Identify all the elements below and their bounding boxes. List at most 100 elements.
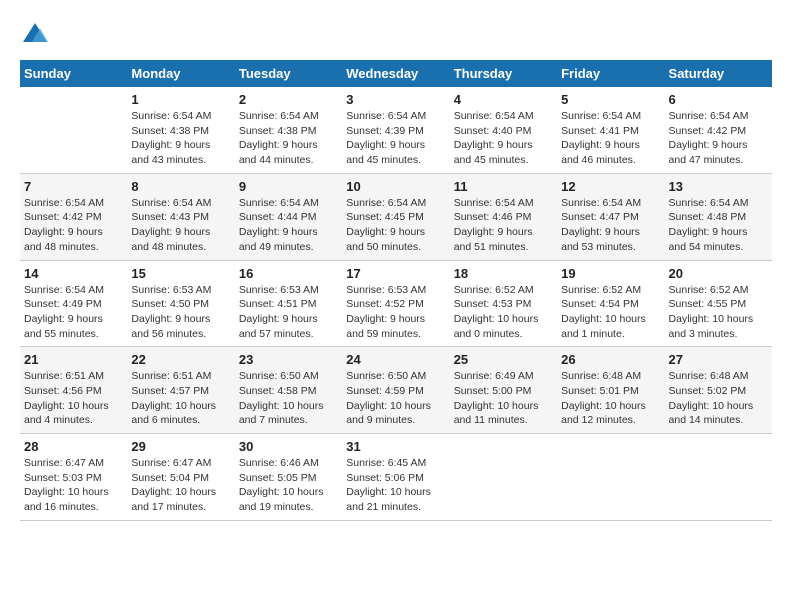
day-number: 3 bbox=[346, 92, 445, 107]
day-number: 16 bbox=[239, 266, 338, 281]
day-number: 19 bbox=[561, 266, 660, 281]
day-header-wednesday: Wednesday bbox=[342, 60, 449, 87]
day-info: Sunrise: 6:48 AM Sunset: 5:01 PM Dayligh… bbox=[561, 369, 660, 428]
day-info: Sunrise: 6:54 AM Sunset: 4:49 PM Dayligh… bbox=[24, 283, 123, 342]
calendar-cell: 7Sunrise: 6:54 AM Sunset: 4:42 PM Daylig… bbox=[20, 173, 127, 260]
calendar-cell: 14 Sunrise: 6:54 AM Sunset: 4:49 PM Dayli… bbox=[20, 260, 127, 347]
day-header-tuesday: Tuesday bbox=[235, 60, 342, 87]
calendar-cell: 13Sunrise: 6:54 AM Sunset: 4:48 PM Dayli… bbox=[665, 173, 772, 260]
calendar-week-row: 7Sunrise: 6:54 AM Sunset: 4:42 PM Daylig… bbox=[20, 173, 772, 260]
day-number: 22 bbox=[131, 352, 230, 367]
day-info: Sunrise: 6:46 AM Sunset: 5:05 PM Dayligh… bbox=[239, 456, 338, 515]
calendar-cell: 4Sunrise: 6:54 AM Sunset: 4:40 PM Daylig… bbox=[450, 87, 557, 173]
day-number: 18 bbox=[454, 266, 553, 281]
day-info: Sunrise: 6:54 AM Sunset: 4:45 PM Dayligh… bbox=[346, 196, 445, 255]
calendar-cell: 6 Sunrise: 6:54 AM Sunset: 4:42 PM Daylig… bbox=[665, 87, 772, 173]
day-info: Sunrise: 6:51 AM Sunset: 4:57 PM Dayligh… bbox=[131, 369, 230, 428]
calendar-cell: 30 Sunrise: 6:46 AM Sunset: 5:05 PM Dayli… bbox=[235, 434, 342, 521]
day-number: 25 bbox=[454, 352, 553, 367]
day-info: Sunrise: 6:54 AM Sunset: 4:44 PM Dayligh… bbox=[239, 196, 338, 255]
day-number: 8 bbox=[131, 179, 230, 194]
day-header-monday: Monday bbox=[127, 60, 234, 87]
calendar-cell: 8 Sunrise: 6:54 AM Sunset: 4:43 PM Daylig… bbox=[127, 173, 234, 260]
day-info: Sunrise: 6:52 AM Sunset: 4:55 PM Dayligh… bbox=[669, 283, 768, 342]
day-number: 30 bbox=[239, 439, 338, 454]
calendar-cell: 10 Sunrise: 6:54 AM Sunset: 4:45 PM Dayli… bbox=[342, 173, 449, 260]
day-info: Sunrise: 6:54 AM Sunset: 4:38 PM Dayligh… bbox=[239, 109, 338, 168]
days-header-row: SundayMondayTuesdayWednesdayThursdayFrid… bbox=[20, 60, 772, 87]
day-info: Sunrise: 6:51 AM Sunset: 4:56 PM Dayligh… bbox=[24, 369, 123, 428]
calendar-cell: 12 Sunrise: 6:54 AM Sunset: 4:47 PM Dayli… bbox=[557, 173, 664, 260]
calendar-week-row: 1 Sunrise: 6:54 AM Sunset: 4:38 PM Daylig… bbox=[20, 87, 772, 173]
calendar-cell: 28 Sunrise: 6:47 AM Sunset: 5:03 PM Dayli… bbox=[20, 434, 127, 521]
day-info: Sunrise: 6:53 AM Sunset: 4:50 PM Dayligh… bbox=[131, 283, 230, 342]
calendar-week-row: 28 Sunrise: 6:47 AM Sunset: 5:03 PM Dayli… bbox=[20, 434, 772, 521]
day-number: 28 bbox=[24, 439, 123, 454]
day-number: 14 bbox=[24, 266, 123, 281]
logo bbox=[20, 20, 54, 50]
day-number: 15 bbox=[131, 266, 230, 281]
day-info: Sunrise: 6:54 AM Sunset: 4:42 PM Dayligh… bbox=[669, 109, 768, 168]
calendar-cell: 17 Sunrise: 6:53 AM Sunset: 4:52 PM Dayli… bbox=[342, 260, 449, 347]
day-info: Sunrise: 6:50 AM Sunset: 4:58 PM Dayligh… bbox=[239, 369, 338, 428]
calendar-cell: 5Sunrise: 6:54 AM Sunset: 4:41 PM Daylig… bbox=[557, 87, 664, 173]
calendar-cell: 11 Sunrise: 6:54 AM Sunset: 4:46 PM Dayli… bbox=[450, 173, 557, 260]
day-header-thursday: Thursday bbox=[450, 60, 557, 87]
day-info: Sunrise: 6:50 AM Sunset: 4:59 PM Dayligh… bbox=[346, 369, 445, 428]
day-header-friday: Friday bbox=[557, 60, 664, 87]
day-number: 1 bbox=[131, 92, 230, 107]
day-info: Sunrise: 6:52 AM Sunset: 4:54 PM Dayligh… bbox=[561, 283, 660, 342]
day-info: Sunrise: 6:48 AM Sunset: 5:02 PM Dayligh… bbox=[669, 369, 768, 428]
calendar-week-row: 21 Sunrise: 6:51 AM Sunset: 4:56 PM Dayli… bbox=[20, 347, 772, 434]
calendar-cell bbox=[665, 434, 772, 521]
day-header-sunday: Sunday bbox=[20, 60, 127, 87]
calendar-cell: 3 Sunrise: 6:54 AM Sunset: 4:39 PM Daylig… bbox=[342, 87, 449, 173]
day-number: 17 bbox=[346, 266, 445, 281]
calendar-cell: 21 Sunrise: 6:51 AM Sunset: 4:56 PM Dayli… bbox=[20, 347, 127, 434]
calendar-cell: 29 Sunrise: 6:47 AM Sunset: 5:04 PM Dayli… bbox=[127, 434, 234, 521]
day-number: 5 bbox=[561, 92, 660, 107]
calendar-cell bbox=[20, 87, 127, 173]
calendar-cell: 26 Sunrise: 6:48 AM Sunset: 5:01 PM Dayli… bbox=[557, 347, 664, 434]
day-number: 10 bbox=[346, 179, 445, 194]
calendar-cell: 20 Sunrise: 6:52 AM Sunset: 4:55 PM Dayli… bbox=[665, 260, 772, 347]
day-info: Sunrise: 6:54 AM Sunset: 4:38 PM Dayligh… bbox=[131, 109, 230, 168]
day-number: 2 bbox=[239, 92, 338, 107]
day-number: 23 bbox=[239, 352, 338, 367]
logo-icon bbox=[20, 20, 50, 50]
calendar-cell: 16 Sunrise: 6:53 AM Sunset: 4:51 PM Dayli… bbox=[235, 260, 342, 347]
calendar-cell: 15 Sunrise: 6:53 AM Sunset: 4:50 PM Dayli… bbox=[127, 260, 234, 347]
day-info: Sunrise: 6:47 AM Sunset: 5:03 PM Dayligh… bbox=[24, 456, 123, 515]
day-info: Sunrise: 6:47 AM Sunset: 5:04 PM Dayligh… bbox=[131, 456, 230, 515]
day-header-saturday: Saturday bbox=[665, 60, 772, 87]
day-info: Sunrise: 6:45 AM Sunset: 5:06 PM Dayligh… bbox=[346, 456, 445, 515]
calendar-week-row: 14 Sunrise: 6:54 AM Sunset: 4:49 PM Dayli… bbox=[20, 260, 772, 347]
day-number: 21 bbox=[24, 352, 123, 367]
day-info: Sunrise: 6:54 AM Sunset: 4:43 PM Dayligh… bbox=[131, 196, 230, 255]
day-number: 7 bbox=[24, 179, 123, 194]
day-info: Sunrise: 6:49 AM Sunset: 5:00 PM Dayligh… bbox=[454, 369, 553, 428]
day-number: 11 bbox=[454, 179, 553, 194]
day-info: Sunrise: 6:54 AM Sunset: 4:39 PM Dayligh… bbox=[346, 109, 445, 168]
calendar-cell: 24 Sunrise: 6:50 AM Sunset: 4:59 PM Dayli… bbox=[342, 347, 449, 434]
day-info: Sunrise: 6:54 AM Sunset: 4:46 PM Dayligh… bbox=[454, 196, 553, 255]
day-number: 31 bbox=[346, 439, 445, 454]
day-info: Sunrise: 6:52 AM Sunset: 4:53 PM Dayligh… bbox=[454, 283, 553, 342]
day-number: 26 bbox=[561, 352, 660, 367]
day-number: 6 bbox=[669, 92, 768, 107]
day-number: 24 bbox=[346, 352, 445, 367]
calendar-cell: 2 Sunrise: 6:54 AM Sunset: 4:38 PM Daylig… bbox=[235, 87, 342, 173]
calendar-cell: 23 Sunrise: 6:50 AM Sunset: 4:58 PM Dayli… bbox=[235, 347, 342, 434]
calendar-cell bbox=[450, 434, 557, 521]
day-info: Sunrise: 6:53 AM Sunset: 4:51 PM Dayligh… bbox=[239, 283, 338, 342]
calendar-cell: 22 Sunrise: 6:51 AM Sunset: 4:57 PM Dayli… bbox=[127, 347, 234, 434]
day-info: Sunrise: 6:53 AM Sunset: 4:52 PM Dayligh… bbox=[346, 283, 445, 342]
day-number: 4 bbox=[454, 92, 553, 107]
day-number: 12 bbox=[561, 179, 660, 194]
day-number: 20 bbox=[669, 266, 768, 281]
calendar-table: SundayMondayTuesdayWednesdayThursdayFrid… bbox=[20, 60, 772, 521]
day-info: Sunrise: 6:54 AM Sunset: 4:47 PM Dayligh… bbox=[561, 196, 660, 255]
calendar-cell: 18 Sunrise: 6:52 AM Sunset: 4:53 PM Dayli… bbox=[450, 260, 557, 347]
day-number: 27 bbox=[669, 352, 768, 367]
day-number: 29 bbox=[131, 439, 230, 454]
